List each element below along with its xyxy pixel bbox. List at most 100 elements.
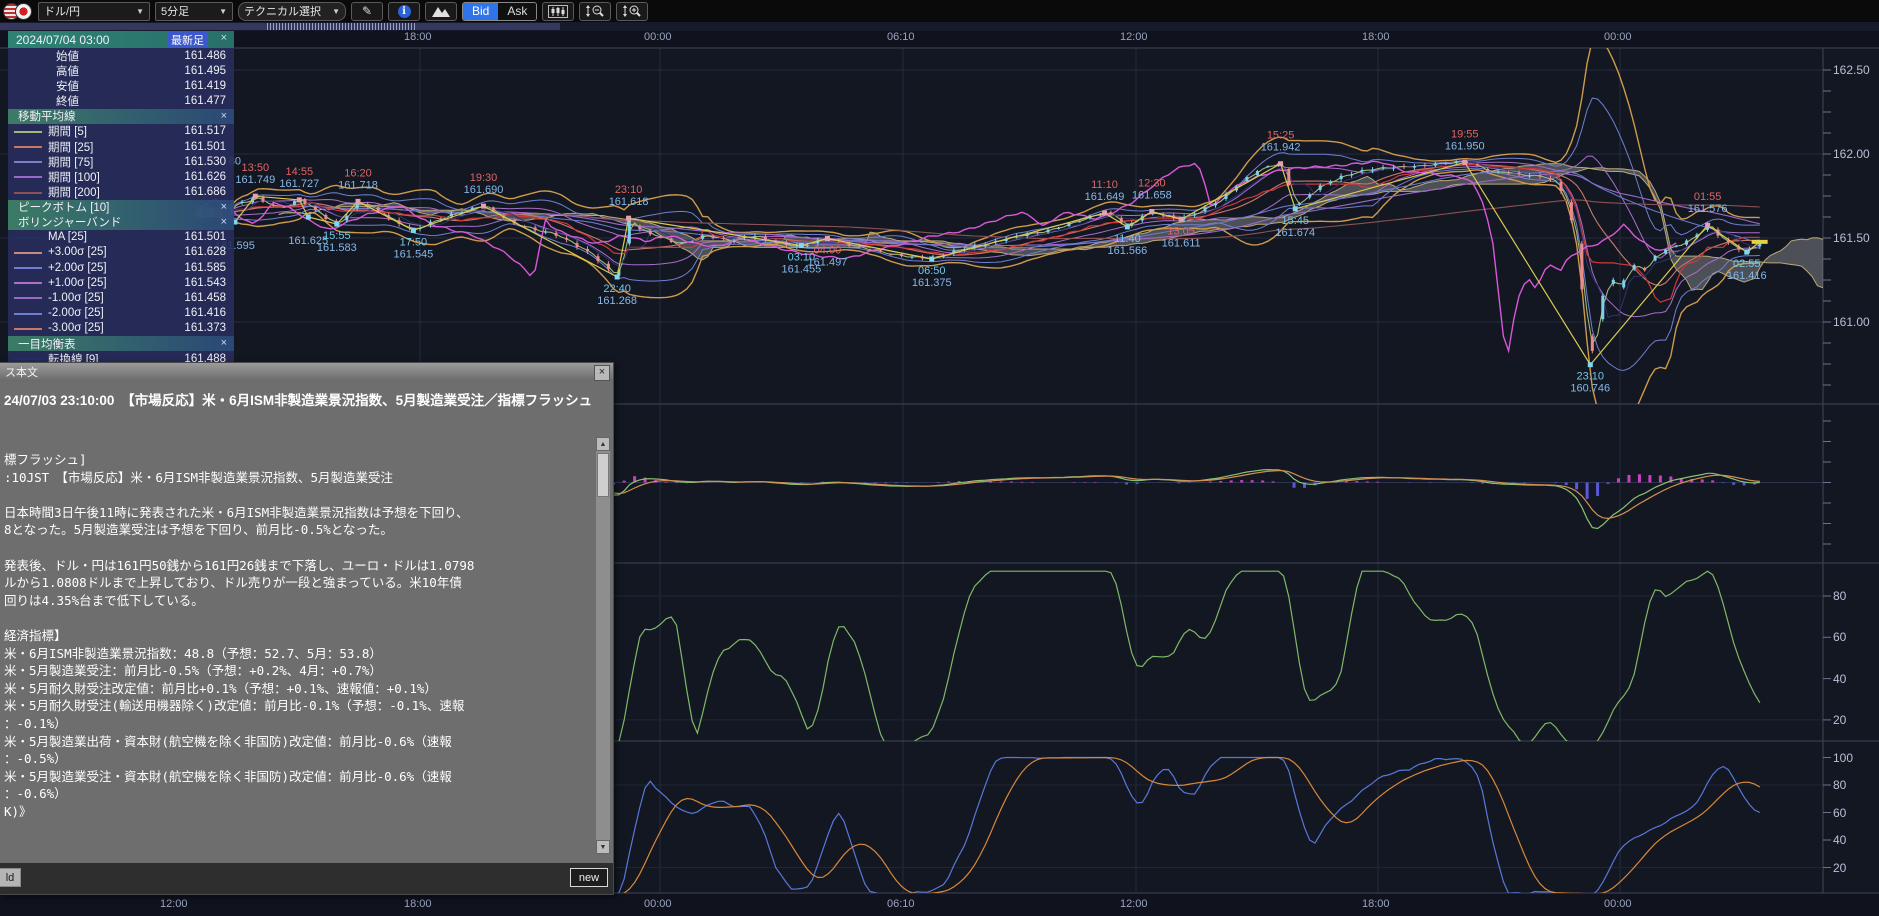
legend-row: 高値161.495 xyxy=(8,63,234,78)
scroll-down-icon[interactable]: ▼ xyxy=(596,840,610,854)
news-body-line: ルから1.0808ドルまで上昇しており、ドル売りが一段と強まっている。米10年債 xyxy=(4,574,591,592)
price-axis-label: 161.00 xyxy=(1833,315,1870,329)
close-icon[interactable]: × xyxy=(221,216,227,228)
series-value: 161.517 xyxy=(184,125,226,137)
annotation-price: 161.942 xyxy=(1261,142,1301,154)
close-icon[interactable]: × xyxy=(221,110,227,122)
time-axis-label-bottom: 00:00 xyxy=(1604,898,1632,910)
close-icon[interactable]: × xyxy=(221,201,227,213)
pencil-icon: ✎ xyxy=(362,4,372,18)
ohlc-label: 始値 xyxy=(56,48,79,64)
annotation-price: 161.674 xyxy=(1275,227,1315,239)
news-body-line: 発表後、ドル・円は161円50銭から161円26銭まで下落し、ユーロ・ドルは1.… xyxy=(4,557,591,575)
scrollbar-thumb[interactable] xyxy=(597,453,609,497)
legend-row: -2.00σ [25]161.416 xyxy=(8,306,234,321)
peak-marker xyxy=(825,236,830,241)
legend-row: 安値161.419 xyxy=(8,78,234,93)
minimized-panel-strip xyxy=(0,22,1879,31)
series-value: 161.488 xyxy=(184,353,226,362)
news-body-text: 標フラッシュ]:10JST 【市場反応】米・6月ISM非製造業景況指数、5月製造… xyxy=(4,451,591,858)
series-value: 161.416 xyxy=(184,307,226,319)
technical-select-button[interactable]: テクニカル選択 ▼ xyxy=(238,2,346,21)
draw-tool-button[interactable]: ✎ xyxy=(351,2,383,21)
series-label: 期間 [5] xyxy=(48,123,87,139)
annotation-time: 23:10 xyxy=(615,184,643,196)
bottom-marker xyxy=(929,257,934,262)
time-axis-label-bottom: 12:00 xyxy=(1120,898,1148,910)
series-label: -3.00σ [25] xyxy=(48,322,104,334)
bottom-marker xyxy=(334,222,339,227)
series-value: 161.486 xyxy=(184,50,226,62)
scroll-up-icon[interactable]: ▲ xyxy=(596,437,610,451)
news-window-titlebar[interactable]: ス本文 xyxy=(0,363,613,381)
peak-marker xyxy=(1149,209,1154,214)
legend-row: +3.00σ [25]161.628 xyxy=(8,245,234,260)
series-label: MA [25] xyxy=(48,231,87,243)
ohlc-label: 安値 xyxy=(56,78,79,94)
bottom-marker xyxy=(1125,224,1130,229)
vertical-zoom-out-button[interactable] xyxy=(579,2,611,21)
info-button[interactable]: i xyxy=(388,2,420,21)
vertical-zoom-in-button[interactable] xyxy=(616,2,648,21)
annotation-price: 161.649 xyxy=(1085,191,1125,203)
bid-button[interactable]: Bid xyxy=(463,3,498,20)
peak-marker xyxy=(1179,217,1184,222)
stoch-axis-label: 80 xyxy=(1833,778,1846,792)
indicator-legend-panel[interactable]: 2024/07/04 03:00 最新足 × 始値161.486高値161.49… xyxy=(8,31,234,362)
annotation-price: 161.749 xyxy=(235,174,275,186)
annotation-price: 161.566 xyxy=(1107,245,1147,257)
series-color-swatch-icon xyxy=(14,297,42,299)
news-article-window[interactable]: ス本文 × 24/07/03 23:10:00 【市場反応】米・6月ISM非製造… xyxy=(0,362,614,895)
annotation-time: 13:50 xyxy=(242,162,270,174)
news-body-line: 米・5月製造業受注・資本財(航空機を除く非国防)改定値：前月比-0.6%（速報 xyxy=(4,768,591,786)
timeframe-select[interactable]: 5分足 ▼ xyxy=(155,2,233,21)
annotation-price: 161.690 xyxy=(464,184,504,196)
annotation-time: 16:20 xyxy=(344,167,372,179)
new-button[interactable]: new xyxy=(570,868,608,887)
legend-row: 始値 161.486 xyxy=(8,48,234,63)
legend-row: 期間 [200]161.686 xyxy=(8,185,234,200)
news-body-line: 米・5月製造業出荷・資本財(航空機を除く非国防)改定値：前月比-0.6%（速報 xyxy=(4,733,591,751)
annotation-price: 161.375 xyxy=(912,277,952,289)
news-body-line: 日本時間3日午後11時に発表された米・6月ISM非製造業景況指数は予想を下回り、 xyxy=(4,504,591,522)
close-icon[interactable]: × xyxy=(221,337,227,349)
annotation-price: 161.658 xyxy=(1132,189,1172,201)
series-color-swatch-icon xyxy=(14,282,42,284)
price-axis-label: 162.00 xyxy=(1833,147,1870,161)
bottom-marker xyxy=(1744,250,1749,255)
annotation-price: 161.583 xyxy=(317,242,357,254)
annotation-time: 17:50 xyxy=(400,236,428,248)
legend-row: 転換線 [9]161.488 xyxy=(8,351,234,362)
news-body-line xyxy=(4,486,591,504)
series-value: 161.373 xyxy=(184,322,226,334)
peak-marker xyxy=(1278,161,1283,166)
footer-left-button[interactable]: ld xyxy=(0,868,21,887)
legend-section-header: 一目均衡表× xyxy=(8,336,234,351)
technical-select-label: テクニカル選択 xyxy=(244,3,321,19)
series-color-swatch-icon xyxy=(14,358,42,360)
series-label: +3.00σ [25] xyxy=(48,246,107,258)
close-icon[interactable]: × xyxy=(221,32,227,44)
series-value: 161.501 xyxy=(184,141,226,153)
series-label: +1.00σ [25] xyxy=(48,277,107,289)
series-label: 期間 [200] xyxy=(48,184,100,200)
close-icon[interactable]: × xyxy=(594,365,610,381)
price-axis-label: 161.50 xyxy=(1833,231,1870,245)
peak-marker xyxy=(1102,210,1107,215)
price-axis-label: 162.50 xyxy=(1833,63,1870,77)
news-headline: 24/07/03 23:10:00 【市場反応】米・6月ISM非製造業景況指数、… xyxy=(4,389,593,409)
series-color-swatch-icon xyxy=(14,131,42,133)
legend-section-header: ピークボトム [10]× xyxy=(8,200,234,215)
ask-button[interactable]: Ask xyxy=(498,3,536,20)
annotation-time: 23:10 xyxy=(1577,371,1605,383)
annotation-price: 161.718 xyxy=(338,179,378,191)
time-axis-label-bottom: 06:10 xyxy=(887,898,915,910)
news-body-line xyxy=(4,609,591,627)
news-body-line: 米・5月製造業受注：前月比-0.5%（予想：+0.2%、4月：+0.7%） xyxy=(4,662,591,680)
news-scrollbar[interactable]: ▲ ▼ xyxy=(596,437,610,854)
rsi-axis-label: 60 xyxy=(1833,630,1846,644)
pair-select[interactable]: ドル/円 ▼ xyxy=(38,2,150,21)
chart-style-area-button[interactable] xyxy=(425,2,457,21)
chart-style-candle-button[interactable] xyxy=(542,2,574,21)
annotation-time: 22:40 xyxy=(603,283,631,295)
